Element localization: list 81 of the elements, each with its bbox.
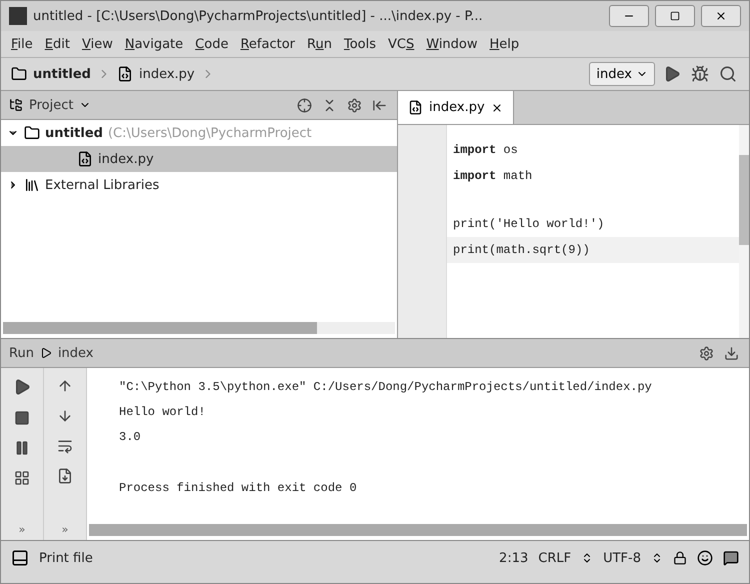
tree-label: External Libraries: [45, 178, 160, 192]
menu-item[interactable]: Tools: [344, 36, 376, 52]
line-separator[interactable]: CRLF: [538, 550, 572, 566]
lock-icon[interactable]: [673, 551, 687, 565]
file-down-icon: [57, 468, 73, 484]
more-button[interactable]: »: [62, 523, 68, 536]
updown-icon: [651, 552, 663, 564]
run-config-dropdown[interactable]: index: [589, 62, 655, 86]
settings-icon: [347, 98, 362, 112]
event-log-icon[interactable]: [723, 550, 739, 566]
close-icon: [715, 10, 727, 22]
scrollbar[interactable]: [3, 322, 395, 334]
arrow-down-icon: [57, 408, 73, 424]
settings-button[interactable]: [697, 344, 716, 362]
folder-icon: [24, 125, 40, 141]
scrollbar[interactable]: [89, 524, 747, 536]
pause-icon: [14, 440, 30, 456]
code-line: import os: [452, 142, 519, 159]
maximize-icon: [670, 11, 680, 21]
console-line: Process finished with exit code 0: [119, 480, 358, 496]
grid-icon: [14, 470, 30, 486]
window-title: untitled - [C:\Users\Dong\PycharmProjects\untitled] - ...\index.py - P...: [33, 8, 484, 24]
project-view-selector[interactable]: Project: [29, 98, 74, 112]
menu-item[interactable]: Edit: [44, 36, 70, 52]
menu-item[interactable]: Refactor: [240, 36, 295, 52]
minimize-button[interactable]: [609, 5, 649, 27]
wrap-icon: [57, 438, 73, 454]
project-path: (C:\Users\Dong\PycharmProject: [108, 126, 312, 140]
bug-icon: [691, 65, 709, 83]
scrollbar[interactable]: [739, 125, 749, 338]
maximize-button[interactable]: [655, 5, 695, 27]
python-file-icon: [116, 66, 133, 82]
play-icon: [13, 378, 31, 396]
app-logo-icon: [9, 7, 27, 25]
arrow-to-line-icon: [372, 98, 387, 112]
menu-item[interactable]: View: [82, 36, 113, 52]
editor-tab[interactable]: index.py: [398, 91, 514, 124]
console-line: Hello world!: [119, 404, 206, 420]
close-button[interactable]: [701, 5, 741, 27]
inspector-icon[interactable]: [697, 550, 713, 566]
run-tab[interactable]: index: [58, 346, 94, 360]
code-line: print('Hello world!'): [452, 216, 606, 233]
panel-title: Run: [9, 346, 34, 360]
locate-button[interactable]: [295, 96, 314, 114]
arrow-up-icon: [57, 378, 73, 394]
tree-row[interactable]: index.py: [1, 146, 397, 172]
download-icon: [724, 346, 739, 360]
menu-item[interactable]: Navigate: [124, 36, 184, 52]
run-config-icon: [40, 347, 52, 359]
menu-item[interactable]: Help: [490, 36, 520, 52]
caret-position[interactable]: 2:13: [499, 550, 528, 566]
menu-item[interactable]: Code: [195, 36, 228, 52]
console-line: 3.0: [119, 428, 142, 446]
menu-item[interactable]: Window: [426, 36, 478, 52]
python-file-icon: [408, 100, 423, 115]
crosshair-icon: [297, 98, 312, 112]
settings-button[interactable]: [345, 96, 364, 114]
stop-icon: [14, 410, 30, 426]
tree-row[interactable]: External Libraries: [1, 172, 397, 198]
search-icon: [719, 65, 737, 83]
menu-item[interactable]: File: [11, 36, 33, 52]
settings-icon: [699, 346, 714, 360]
project-view-icon: [9, 98, 23, 112]
status-message: Print file: [39, 550, 93, 566]
close-icon: [490, 102, 503, 114]
code-line: import math: [452, 168, 534, 185]
tree-label: index.py: [98, 152, 154, 166]
tree-label: untitled: [45, 126, 103, 140]
tool-windows-icon[interactable]: [11, 549, 29, 567]
folder-icon: [11, 66, 27, 82]
breadcrumb[interactable]: index.py: [138, 66, 195, 82]
more-button[interactable]: »: [18, 523, 26, 536]
encoding[interactable]: UTF-8: [603, 550, 641, 566]
python-file-icon: [77, 151, 93, 167]
menu-item[interactable]: VCS: [388, 36, 414, 52]
tree-row[interactable]: untitled (C:\Users\Dong\PycharmProject: [1, 120, 397, 146]
library-icon: [24, 177, 40, 193]
menu-item[interactable]: Run: [307, 36, 332, 52]
breadcrumb[interactable]: untitled: [33, 66, 91, 82]
play-icon: [663, 65, 681, 83]
console-line: "C:\Python 3.5\python.exe" C:/Users/Dong/PycharmProjects/untitled/index.py: [119, 378, 653, 396]
